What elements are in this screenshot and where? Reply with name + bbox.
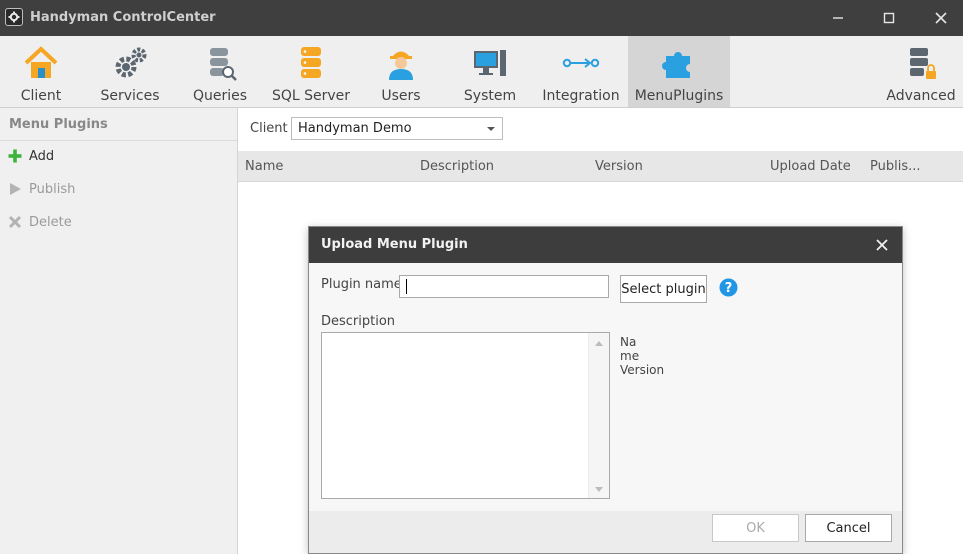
dialog-close-button[interactable] xyxy=(872,235,892,255)
minimize-icon xyxy=(833,17,843,19)
tab-label: Queries xyxy=(192,88,248,104)
minimize-button[interactable] xyxy=(815,0,861,36)
tab-advanced[interactable]: Advanced xyxy=(882,36,960,107)
plugins-table-header: Name Description Version Upload Date Pub… xyxy=(238,151,963,182)
database-icon xyxy=(301,47,321,78)
tab-label: System xyxy=(463,88,517,104)
left-panel: Menu Plugins Add Publish Delete xyxy=(0,108,238,554)
meta-name-label: Name xyxy=(620,335,640,363)
maximize-button[interactable] xyxy=(866,0,912,36)
client-label: Client xyxy=(250,121,288,136)
cancel-button[interactable]: Cancel xyxy=(805,514,892,542)
meta-version-label: Version xyxy=(620,363,665,377)
plugin-name-label: Plugin name xyxy=(321,277,402,292)
tab-label: Services xyxy=(100,88,160,104)
gears-icon xyxy=(115,47,147,78)
play-icon xyxy=(10,183,21,195)
scroll-up-arrow-icon[interactable] xyxy=(595,341,603,346)
plugin-meta-info: Name Version xyxy=(620,335,664,377)
tab-system[interactable]: System xyxy=(458,36,522,107)
description-scrollbar[interactable] xyxy=(588,333,609,498)
gear-icon xyxy=(5,8,23,26)
panel-title: Menu Plugins xyxy=(9,117,108,132)
tab-label: MenuPlugins xyxy=(634,88,724,104)
close-icon xyxy=(935,12,947,24)
plus-icon xyxy=(8,149,22,163)
window-title: Handyman ControlCenter xyxy=(30,10,216,25)
tab-label: Client xyxy=(20,88,62,104)
delete-label: Delete xyxy=(29,215,72,230)
tab-services[interactable]: Services xyxy=(92,36,168,107)
tab-integration[interactable]: Integration xyxy=(540,36,622,107)
column-header-description[interactable]: Description xyxy=(420,159,494,174)
tab-label: Users xyxy=(381,88,421,104)
text-caret xyxy=(406,279,407,294)
dialog-footer: OK Cancel xyxy=(309,511,902,553)
house-icon xyxy=(24,46,58,78)
title-bar: Handyman ControlCenter xyxy=(0,0,963,36)
publish-label: Publish xyxy=(29,182,76,197)
help-icon[interactable]: ? xyxy=(719,278,738,297)
user-worker-icon xyxy=(389,51,413,80)
select-plugin-button[interactable]: Select plugin xyxy=(620,275,707,303)
client-select-value: Handyman Demo xyxy=(298,121,412,136)
scroll-down-arrow-icon[interactable] xyxy=(595,487,603,492)
column-header-name[interactable]: Name xyxy=(245,159,283,174)
close-window-button[interactable] xyxy=(918,0,963,36)
x-icon xyxy=(8,215,22,229)
column-header-published[interactable]: Publis... xyxy=(870,159,921,174)
tab-queries[interactable]: Queries xyxy=(186,36,254,107)
add-button[interactable]: Add xyxy=(8,148,208,168)
ribbon-toolbar: Client Services Queries SQL Server Users… xyxy=(0,36,963,108)
description-field[interactable] xyxy=(321,332,610,499)
column-header-version[interactable]: Version xyxy=(595,159,643,174)
publish-button[interactable]: Publish xyxy=(8,181,208,201)
add-label: Add xyxy=(29,149,55,164)
svg-text:?: ? xyxy=(725,281,733,296)
ok-button[interactable]: OK xyxy=(712,514,799,542)
puzzle-icon xyxy=(662,52,690,78)
tab-users[interactable]: Users xyxy=(372,36,430,107)
server-lock-icon xyxy=(910,48,936,79)
tab-label: Advanced xyxy=(886,88,956,104)
client-select[interactable]: Handyman Demo xyxy=(291,117,503,140)
upload-menu-plugin-dialog: Upload Menu Plugin Plugin name Select pl… xyxy=(308,226,903,554)
tab-client[interactable]: Client xyxy=(0,36,82,107)
tab-label: Integration xyxy=(542,88,620,104)
description-label: Description xyxy=(321,314,396,329)
tab-menuplugins[interactable]: MenuPlugins xyxy=(628,36,730,107)
integration-arrow-icon xyxy=(562,58,600,68)
close-icon xyxy=(876,239,888,251)
maximize-icon xyxy=(883,12,895,24)
description-textarea[interactable] xyxy=(322,333,587,498)
chevron-down-icon xyxy=(487,127,495,131)
divider xyxy=(0,140,237,141)
database-search-icon xyxy=(210,48,237,81)
computer-icon xyxy=(474,50,506,76)
plugin-name-input[interactable] xyxy=(399,275,609,298)
dialog-title: Upload Menu Plugin xyxy=(321,237,468,252)
dialog-header: Upload Menu Plugin xyxy=(309,227,902,263)
tab-sql-server[interactable]: SQL Server xyxy=(270,36,352,107)
tab-label: SQL Server xyxy=(271,88,351,104)
delete-button[interactable]: Delete xyxy=(8,214,208,234)
column-header-upload-date[interactable]: Upload Date xyxy=(770,159,851,174)
